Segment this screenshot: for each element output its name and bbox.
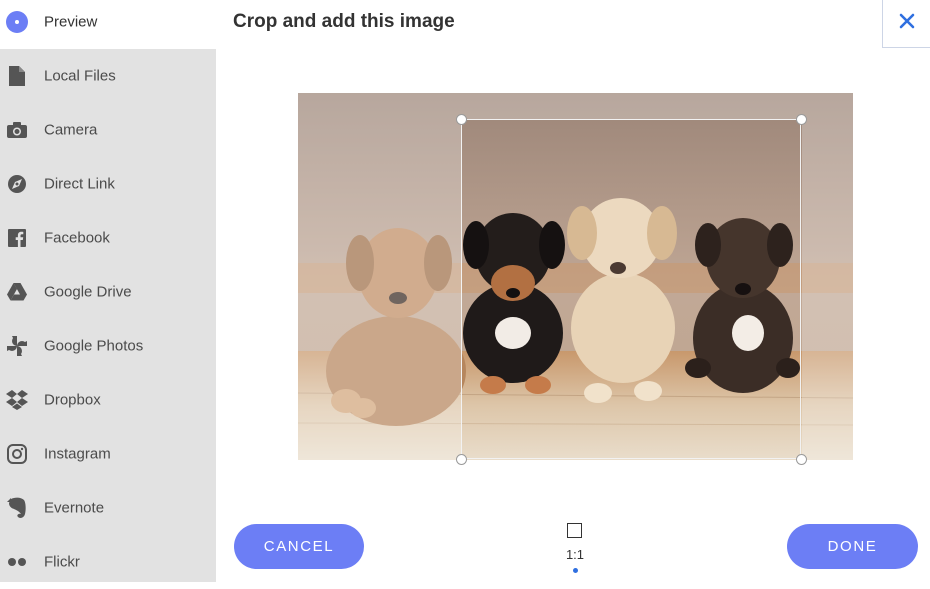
sidebar-item-dropbox[interactable]: Dropbox — [0, 373, 216, 427]
sidebar-item-instagram[interactable]: Instagram — [0, 427, 216, 481]
google-drive-icon — [6, 281, 28, 303]
sidebar-item-local-files[interactable]: Local Files — [0, 49, 216, 103]
google-photos-icon — [6, 335, 28, 357]
crop-overlay-top — [462, 93, 802, 120]
instagram-icon — [6, 443, 28, 465]
page-title: Crop and add this image — [233, 11, 455, 32]
aspect-ratio-label: 1:1 — [565, 547, 585, 562]
sidebar-item-preview[interactable]: Preview — [0, 0, 216, 49]
sidebar-item-camera[interactable]: Camera — [0, 103, 216, 157]
sidebar-item-google-drive[interactable]: Google Drive — [0, 265, 216, 319]
flickr-icon — [6, 551, 28, 573]
sidebar-item-label: Camera — [44, 121, 98, 139]
sidebar-item-label: Instagram — [44, 445, 111, 463]
crop-handle-top-right[interactable] — [796, 114, 807, 125]
sidebar-item-label: Flickr — [44, 553, 80, 571]
aspect-ratio-option[interactable]: 1:1 — [555, 521, 595, 575]
crop-handle-bottom-right[interactable] — [796, 454, 807, 465]
square-ratio-icon — [567, 523, 582, 538]
sidebar-item-facebook[interactable]: Facebook — [0, 211, 216, 265]
crop-selection[interactable] — [461, 119, 801, 459]
facebook-icon — [6, 227, 28, 249]
crop-overlay-left — [298, 93, 462, 460]
sidebar-item-google-photos[interactable]: Google Photos — [0, 319, 216, 373]
crop-overlay-right — [802, 93, 853, 460]
sidebar-item-direct-link[interactable]: Direct Link — [0, 157, 216, 211]
sidebar-item-label: Google Photos — [44, 337, 144, 355]
done-button[interactable]: DONE — [787, 524, 918, 569]
preview-dot-icon — [6, 11, 28, 33]
crop-handle-bottom-left[interactable] — [456, 454, 467, 465]
sidebar-item-evernote[interactable]: Evernote — [0, 481, 216, 535]
sidebar-item-label: Local Files — [44, 67, 116, 85]
selected-indicator — [573, 568, 578, 573]
camera-icon — [6, 119, 28, 141]
sidebar-item-label: Google Drive — [44, 283, 132, 301]
sidebar-item-label: Direct Link — [44, 175, 115, 193]
sidebar-item-flickr[interactable]: Flickr — [0, 535, 216, 589]
source-sidebar: Preview Local Files Camera Direct Link F… — [0, 0, 216, 582]
dropbox-icon — [6, 389, 28, 411]
close-button[interactable] — [882, 0, 930, 48]
close-icon — [899, 13, 915, 34]
sidebar-item-label: Dropbox — [44, 391, 101, 409]
sidebar-item-label: Evernote — [44, 499, 105, 517]
link-compass-icon — [6, 173, 28, 195]
evernote-icon — [6, 497, 28, 519]
cancel-button[interactable]: CANCEL — [234, 524, 364, 569]
file-icon — [6, 65, 28, 87]
crop-handle-top-left[interactable] — [456, 114, 467, 125]
sidebar-item-label: Facebook — [44, 229, 110, 247]
sidebar-item-label: Preview — [44, 13, 98, 31]
